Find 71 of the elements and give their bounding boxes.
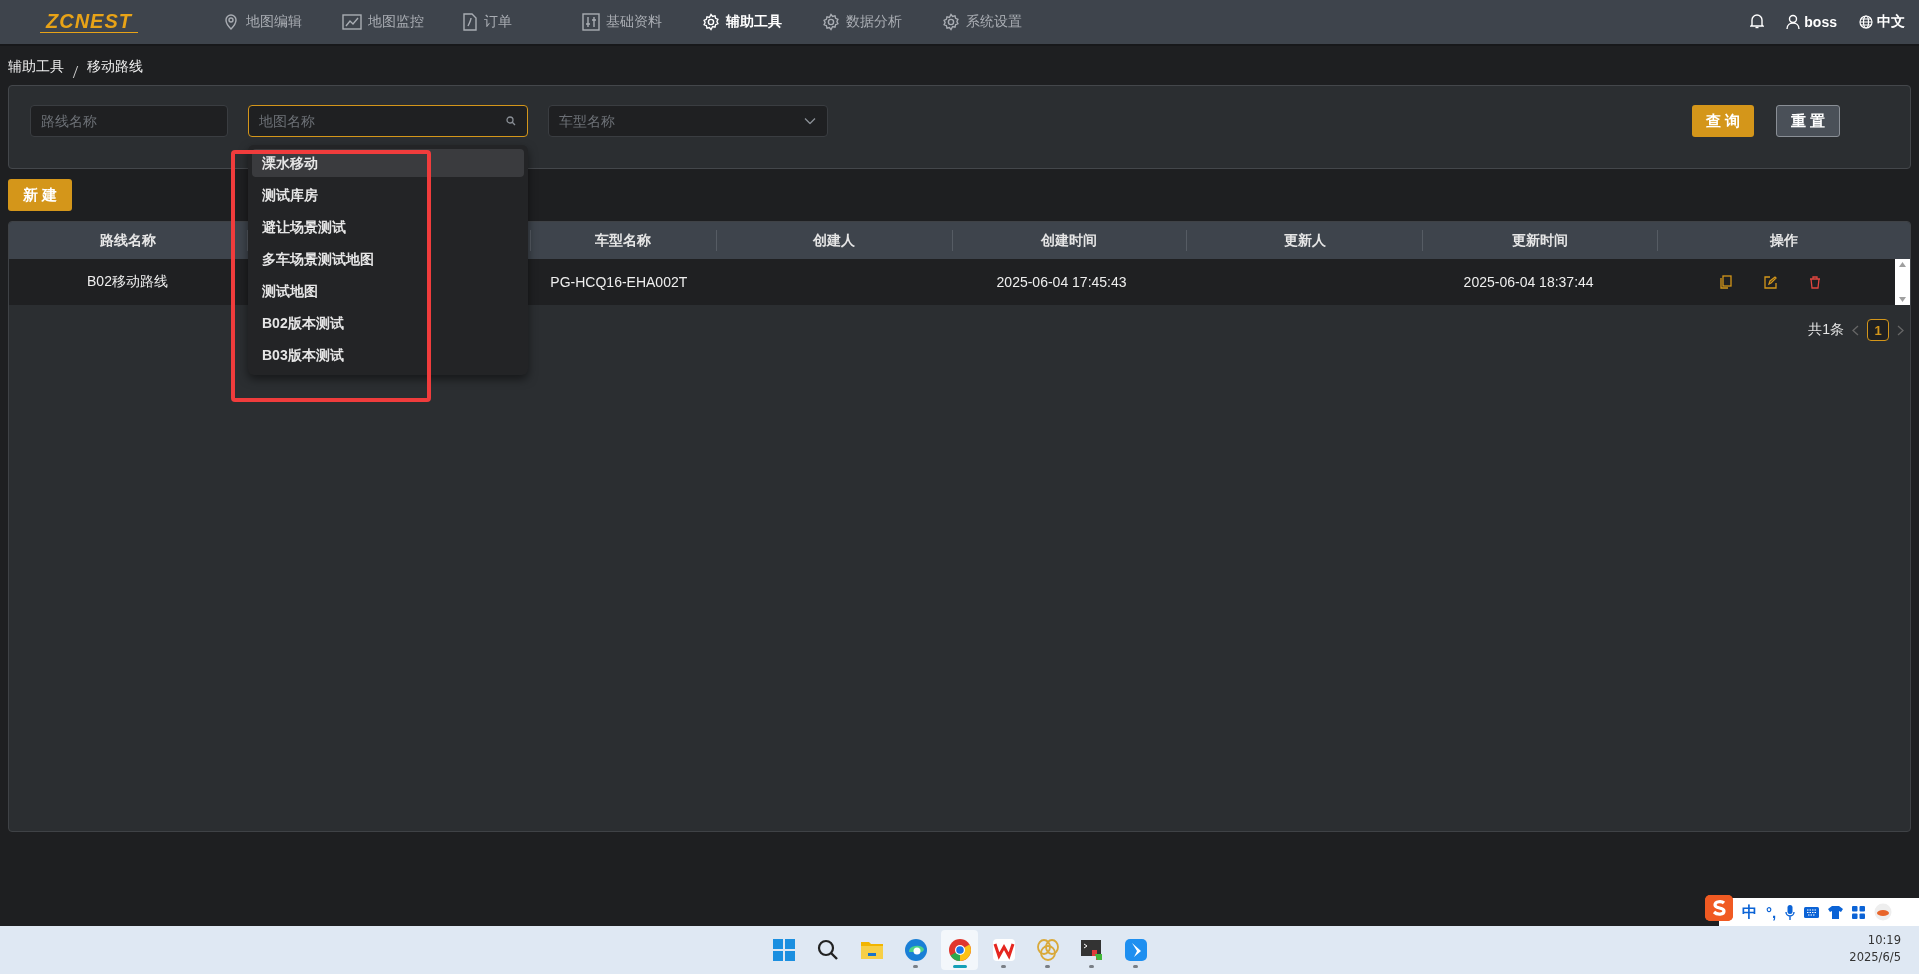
trash-icon[interactable] — [1808, 275, 1821, 289]
globe-icon — [1859, 15, 1873, 29]
windows-logo-icon — [771, 938, 796, 962]
column-header: 更新时间 — [1512, 231, 1569, 250]
circle-logo-icon — [947, 938, 972, 962]
keyboard-icon[interactable] — [1804, 906, 1820, 918]
table-cell: PG-HCQ16-EHA002T — [550, 274, 688, 290]
dropdown-option[interactable]: 测试库房 — [252, 181, 524, 209]
language-button[interactable]: 中文 — [1859, 13, 1905, 31]
nav-tab[interactable]: 订单 — [462, 13, 582, 31]
search-field[interactable]: 地图名称 — [248, 105, 528, 137]
search-icon — [506, 116, 516, 126]
line-chart-icon — [342, 14, 362, 30]
ime-logo-icon[interactable] — [1705, 895, 1733, 921]
nav-tab[interactable]: 数据分析 — [822, 13, 942, 31]
punctuation-mode[interactable]: °, — [1766, 903, 1777, 921]
nav-tab[interactable]: 地图编辑 — [222, 13, 342, 31]
clock-date[interactable]: 2025/6/5 — [1849, 949, 1901, 966]
swirl-icon — [903, 938, 928, 962]
select-field[interactable]: 车型名称 — [548, 105, 828, 137]
document-icon — [462, 13, 478, 31]
nav-tab[interactable]: 系统设置 — [942, 13, 1062, 31]
microphone-icon[interactable] — [1785, 904, 1796, 920]
bell-icon[interactable] — [1750, 12, 1765, 29]
w-logo-icon — [991, 938, 1016, 962]
logo[interactable]: ZCNEST — [40, 11, 138, 33]
ime-mode[interactable]: 中 — [1742, 902, 1757, 922]
dropdown-option[interactable]: B03版本测试 — [252, 341, 524, 369]
column-header: 创建时间 — [1041, 231, 1098, 250]
copy-icon[interactable] — [1719, 275, 1732, 289]
user-icon — [1786, 14, 1801, 30]
grid-icon[interactable] — [1852, 905, 1866, 919]
column-header: 更新人 — [1283, 231, 1326, 250]
table-cell: B02移动路线 — [87, 273, 168, 291]
breadcrumb-item[interactable]: 辅助工具 — [8, 58, 64, 85]
dropdown-option[interactable]: 避让场景测试 — [252, 213, 524, 241]
column-header: 创建人 — [813, 231, 856, 250]
scroll-bar[interactable] — [1895, 259, 1910, 305]
chevron-right-icon[interactable] — [1897, 324, 1904, 336]
table-cell: 2025-06-04 18:37:44 — [1463, 274, 1594, 290]
search-icon — [815, 938, 840, 962]
bird-icon — [1123, 938, 1148, 962]
nav-tab[interactable]: 地图监控 — [342, 13, 462, 31]
dropdown-option[interactable]: 测试地图 — [252, 277, 524, 305]
nav-tab[interactable]: 基础资料 — [582, 13, 702, 31]
gear-icon — [822, 13, 840, 31]
user-name[interactable]: boss — [1804, 14, 1837, 30]
breadcrumb-item: 移动路线 — [87, 58, 143, 76]
gear-icon — [702, 13, 720, 31]
total-count: 共1条 — [1808, 321, 1844, 339]
chevron-left-icon[interactable] — [1852, 324, 1859, 336]
dropdown-option[interactable]: B02版本测试 — [252, 309, 524, 337]
clock-time[interactable]: 10:19 — [1849, 932, 1901, 949]
gear-icon — [942, 13, 960, 31]
nav-tab[interactable]: 辅助工具 — [702, 13, 822, 31]
reset-button[interactable]: 重 置 — [1775, 105, 1840, 137]
input-field[interactable]: 路线名称 — [30, 105, 228, 137]
shirt-icon[interactable] — [1828, 905, 1844, 919]
chevron-down-icon — [804, 117, 816, 125]
column-header: 车型名称 — [595, 231, 652, 250]
column-header: 操作 — [1770, 231, 1799, 250]
dropdown-option[interactable]: 多车场景测试地图 — [252, 245, 524, 273]
sliders-icon — [582, 13, 600, 31]
edit-icon[interactable] — [1763, 275, 1777, 289]
mascot-icon[interactable] — [1874, 903, 1893, 921]
column-header: 路线名称 — [99, 231, 156, 250]
map-pin-icon — [222, 13, 240, 31]
table-cell: 2025-06-04 17:45:43 — [996, 274, 1127, 290]
terminal-icon — [1079, 938, 1104, 962]
rings-icon — [1035, 938, 1060, 962]
page-button[interactable]: 1 — [1867, 319, 1889, 341]
